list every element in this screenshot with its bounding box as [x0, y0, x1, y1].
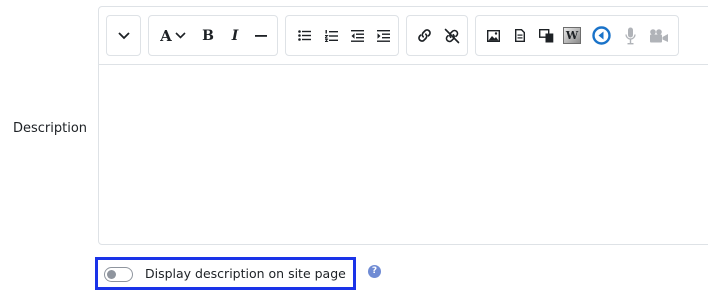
font-style-chevron-icon — [175, 32, 186, 39]
image-button[interactable] — [479, 16, 507, 55]
video-camera-icon — [650, 28, 668, 42]
link-icon — [417, 29, 431, 42]
word-import-glyph: W — [565, 29, 579, 42]
indent-button[interactable] — [369, 16, 397, 55]
bold-button[interactable]: B — [194, 16, 222, 55]
display-description-label[interactable]: Display description on site page — [145, 266, 346, 281]
manage-files-icon — [538, 28, 553, 42]
image-icon — [486, 29, 500, 42]
bold-icon: B — [202, 27, 214, 44]
unlink-icon — [444, 28, 460, 43]
font-style-button[interactable]: A — [155, 16, 191, 55]
media-file-icon — [515, 29, 525, 42]
outdent-icon — [350, 29, 364, 42]
word-import-icon: W — [563, 27, 581, 44]
unlink-button[interactable] — [438, 16, 466, 55]
display-description-toggle-row: Display description on site page — [95, 257, 356, 290]
chevron-down-icon — [118, 31, 130, 39]
description-label: Description — [13, 121, 88, 136]
font-style-icon: A — [160, 26, 172, 45]
h5p-button[interactable] — [587, 16, 615, 55]
toolbar-toggle-button[interactable] — [110, 16, 138, 55]
toolbar-group-links — [406, 15, 468, 56]
horizontal-rule-button[interactable] — [247, 16, 275, 55]
toolbar-group-collapse — [106, 15, 141, 56]
switch-knob — [107, 270, 116, 279]
microphone-icon — [624, 27, 636, 44]
manage-files-button[interactable] — [532, 16, 560, 55]
toolbar-group-media: W — [475, 15, 679, 56]
link-button[interactable] — [410, 16, 438, 55]
italic-icon: I — [231, 27, 239, 44]
record-audio-button[interactable] — [616, 16, 644, 55]
record-video-button[interactable] — [642, 16, 676, 55]
media-file-button[interactable] — [506, 16, 534, 55]
word-import-button[interactable]: W — [558, 16, 586, 55]
outdent-button[interactable] — [343, 16, 371, 55]
h5p-icon — [591, 26, 611, 45]
toolbar-group-style: A B I — [148, 15, 278, 56]
editor-content-area[interactable] — [99, 65, 708, 244]
editor-toolbar: A B I W — [99, 7, 708, 65]
help-icon[interactable]: ? — [368, 265, 381, 278]
display-description-switch[interactable] — [104, 267, 133, 282]
horizontal-rule-icon — [255, 34, 267, 37]
toolbar-group-lists — [285, 15, 399, 56]
italic-button[interactable]: I — [221, 16, 249, 55]
unordered-list-button[interactable] — [290, 16, 318, 55]
description-editor: A B I W — [98, 6, 708, 245]
unordered-list-icon — [297, 30, 311, 41]
indent-icon — [376, 29, 390, 42]
ordered-list-button[interactable] — [317, 16, 345, 55]
ordered-list-icon — [324, 29, 338, 42]
